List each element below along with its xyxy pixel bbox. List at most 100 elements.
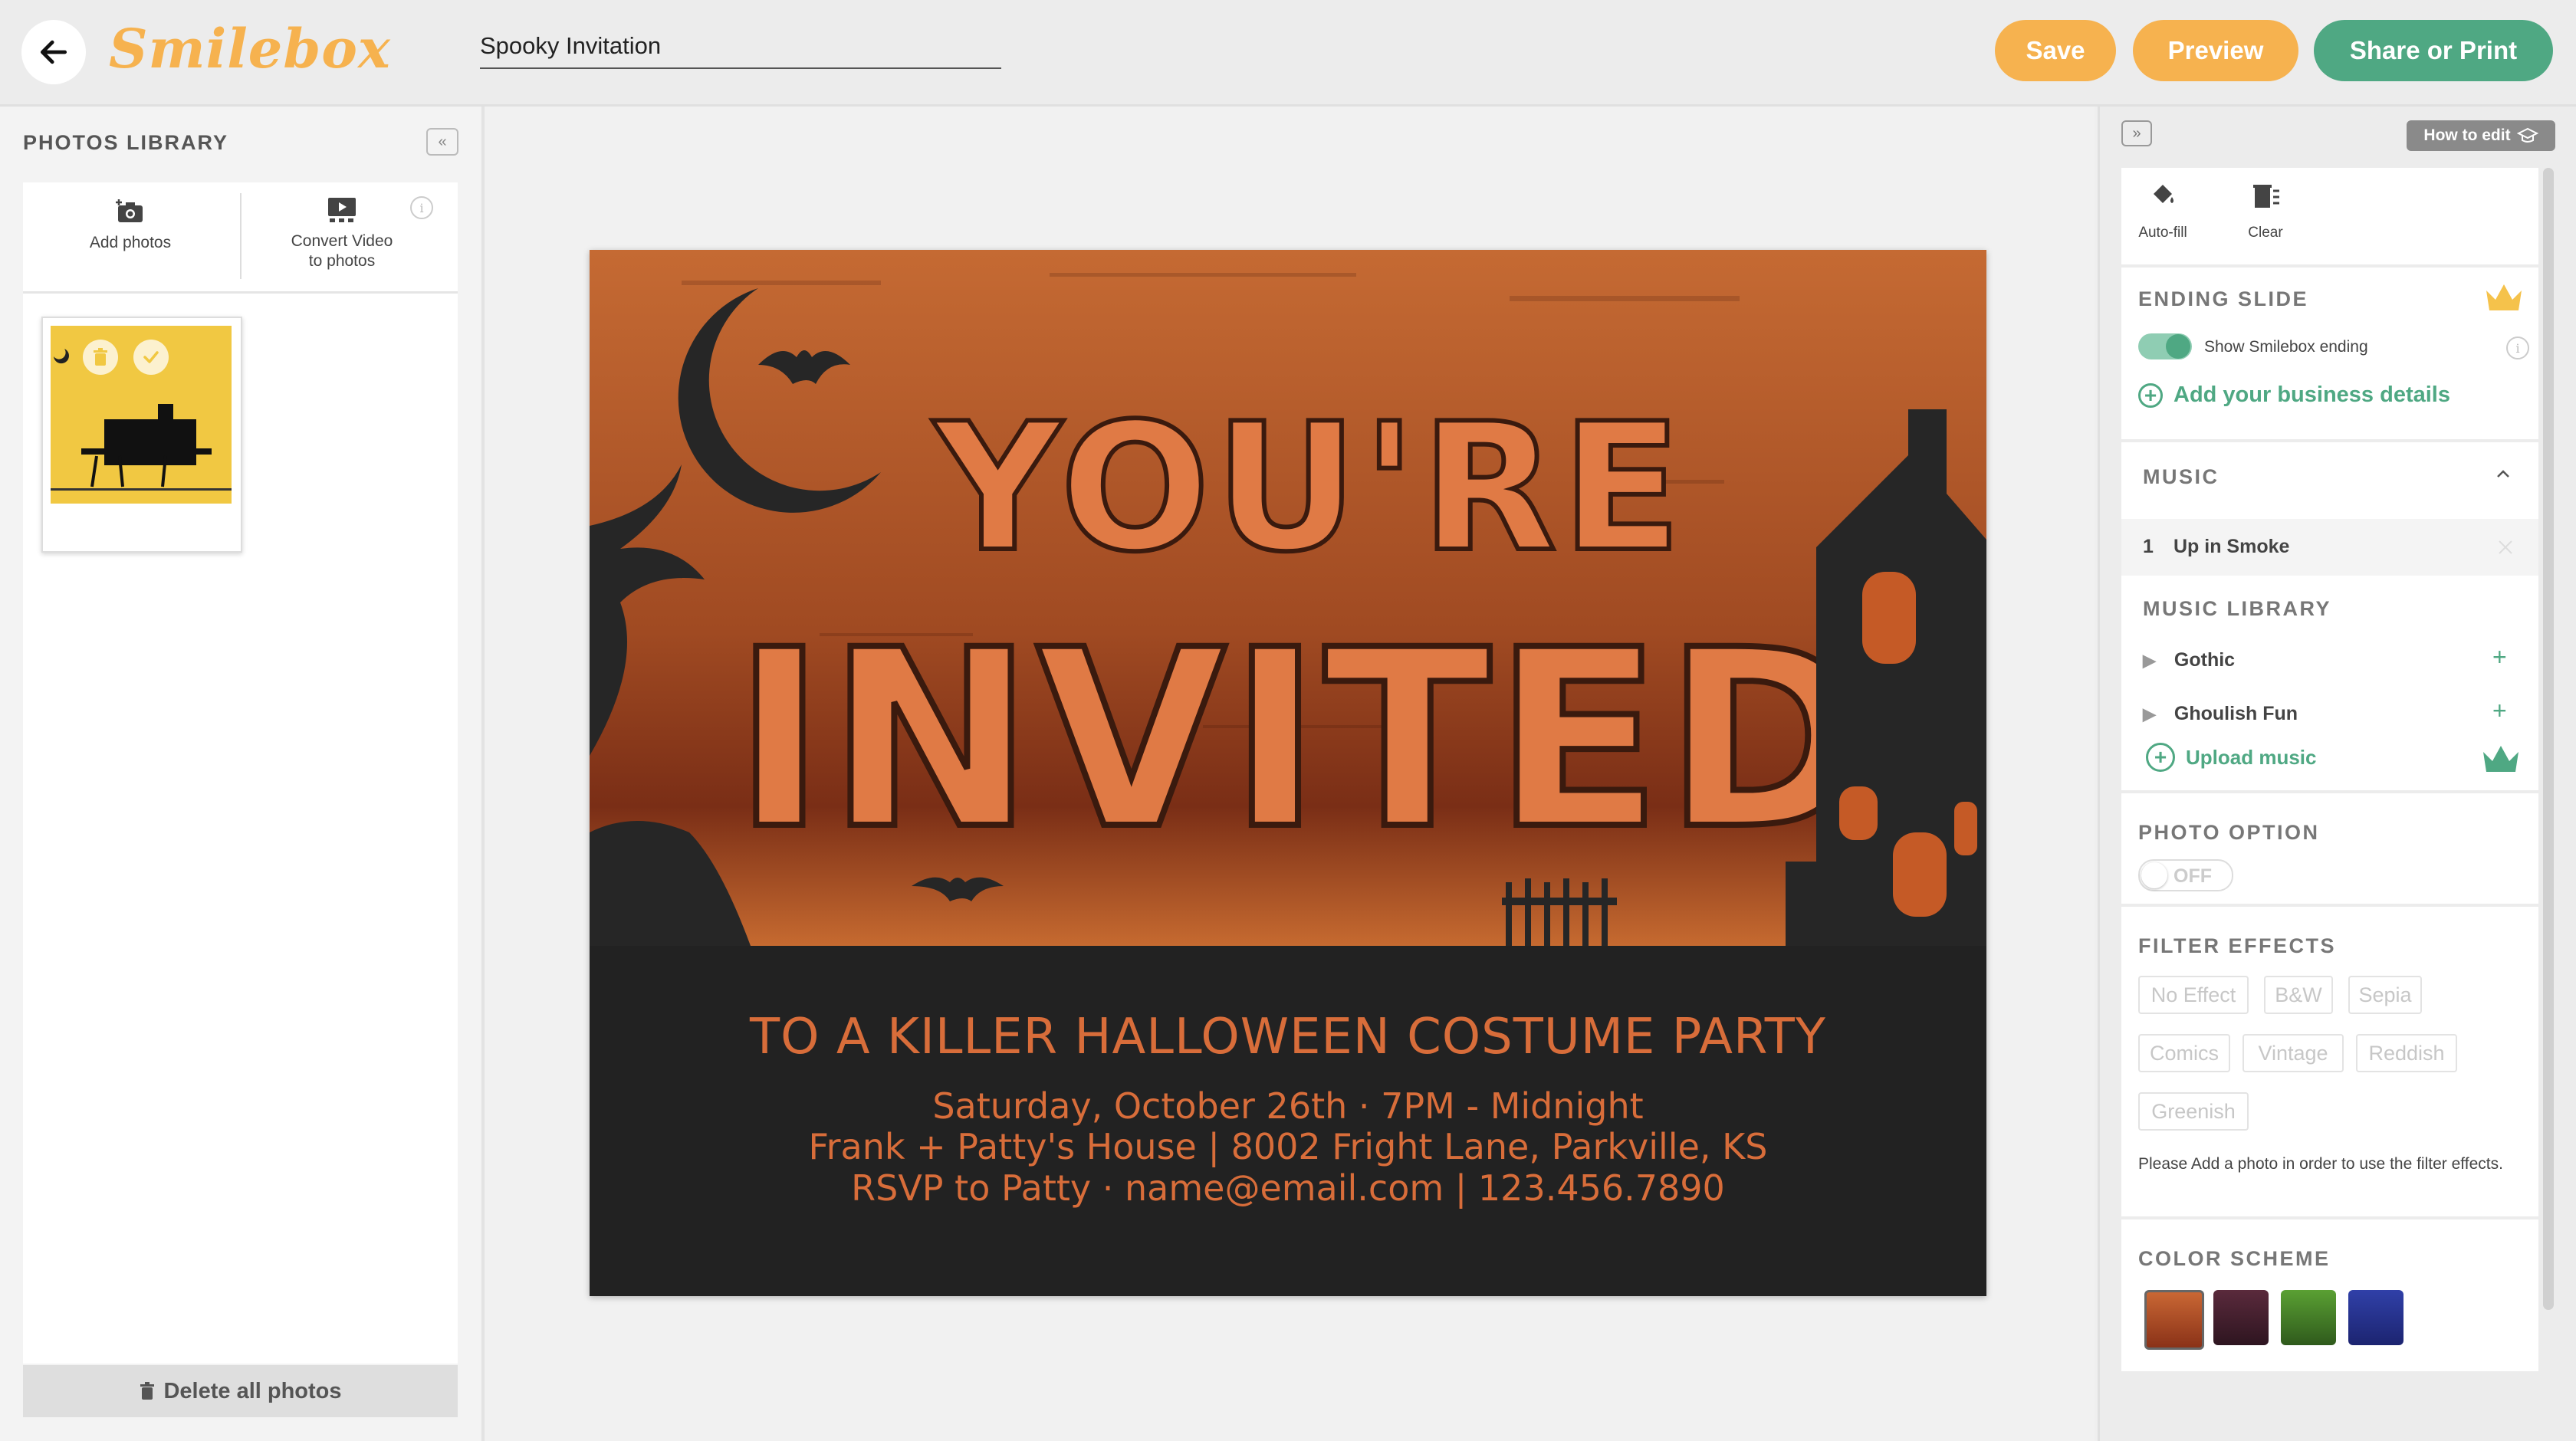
collapse-panel-button[interactable]: « [426, 128, 458, 156]
trash-icon [94, 348, 107, 366]
filter-chip[interactable]: B&W [2264, 976, 2333, 1014]
music-library-item[interactable]: ▶ Ghoulish Fun [2143, 703, 2298, 725]
plus-circle-icon: + [2138, 382, 2163, 408]
photo-option-section: PHOTO OPTION OFF [2121, 793, 2538, 904]
photo-grid [23, 294, 458, 1364]
play-icon[interactable]: ▶ [2143, 651, 2156, 671]
color-swatch-purple[interactable] [2213, 1290, 2269, 1345]
add-track-button[interactable]: + [2492, 643, 2507, 671]
photo-thumbnail[interactable] [41, 317, 242, 553]
double-chevron-right-icon: » [2132, 124, 2141, 142]
ending-slide-section: ENDING SLIDE Show Smilebox ending i + Ad… [2121, 268, 2538, 439]
card-artwork: YOU'RE INVITED [590, 250, 1986, 946]
music-library-item[interactable]: ▶ Gothic [2143, 649, 2235, 671]
divider [240, 193, 242, 279]
info-icon[interactable]: i [410, 196, 433, 219]
arrow-left-icon [40, 40, 67, 64]
back-button[interactable] [21, 20, 86, 84]
clear-icon [2253, 185, 2279, 208]
trash-icon [140, 1382, 155, 1400]
crown-icon [2486, 284, 2522, 310]
music-library-title: MUSIC LIBRARY [2143, 597, 2331, 620]
select-photo-button[interactable] [133, 340, 169, 375]
edit-options-panel: » How to edit Auto-fill Clear ENDING SLI… [2098, 107, 2576, 1441]
top-bar: Smilebox Save Preview Share or Print [0, 0, 2576, 107]
invitation-card[interactable]: YOU'RE INVITED TO A KILLER HALLOWEEN COS… [590, 250, 1986, 1296]
autofill-button[interactable]: Auto-fill [2138, 182, 2187, 241]
filter-chip[interactable]: Comics [2138, 1034, 2230, 1072]
convert-video-button[interactable]: Convert Video to photos [265, 196, 419, 271]
color-swatch-orange[interactable] [2144, 1290, 2204, 1350]
add-photo-icon [116, 199, 143, 222]
crown-icon [2483, 746, 2518, 772]
tools-card: Auto-fill Clear [2121, 168, 2538, 264]
upload-music-label: Upload music [2186, 745, 2317, 769]
double-chevron-left-icon: « [438, 133, 447, 150]
music-item-label: Gothic [2174, 649, 2236, 671]
add-business-details-label: Add your business details [2174, 382, 2450, 407]
add-photos-label: Add photos [89, 234, 172, 251]
filter-chip[interactable]: No Effect [2138, 976, 2249, 1014]
photo-actions: Add photos Convert Video to photos i [23, 182, 458, 294]
filter-effects-note: Please Add a photo in order to use the f… [2138, 1155, 2503, 1173]
play-icon[interactable]: ▶ [2143, 704, 2156, 724]
photo-option-toggle-label: OFF [2174, 865, 2212, 887]
info-icon[interactable]: i [2506, 336, 2529, 359]
upload-music-link[interactable]: + Upload music [2146, 743, 2316, 772]
chevron-up-icon[interactable] [2496, 468, 2511, 479]
color-swatch-blue[interactable] [2348, 1290, 2404, 1345]
paint-bucket-icon [2154, 185, 2174, 203]
filter-chip[interactable]: Reddish [2356, 1034, 2457, 1072]
headline-line2: INVITED [734, 598, 1871, 883]
add-track-button[interactable]: + [2492, 697, 2507, 725]
project-title-input[interactable] [480, 25, 1001, 69]
music-item-label: Ghoulish Fun [2174, 703, 2298, 724]
convert-video-label-line1: Convert Video [291, 232, 393, 250]
color-swatches [2121, 1219, 2538, 1371]
close-icon[interactable] [2497, 539, 2514, 556]
add-business-details-link[interactable]: + Add your business details [2138, 382, 2450, 408]
panel-scrollbar[interactable] [2543, 168, 2554, 1310]
card-address-line: Frank + Patty's House | 8002 Fright Lane… [808, 1126, 1768, 1167]
delete-all-label: Delete all photos [163, 1378, 342, 1403]
filter-chip[interactable]: Vintage [2242, 1034, 2344, 1072]
music-track-row[interactable]: 1 Up in Smoke [2121, 519, 2538, 576]
check-icon [143, 351, 159, 363]
card-rsvp-line: RSVP to Patty · name@email.com | 123.456… [851, 1167, 1725, 1209]
preview-button[interactable]: Preview [2133, 20, 2298, 81]
smilebox-logo[interactable]: Smilebox [109, 17, 391, 80]
delete-photo-button[interactable] [83, 340, 118, 375]
delete-all-photos-button[interactable]: Delete all photos [23, 1365, 458, 1417]
card-date-line: Saturday, October 26th · 7PM - Midnight [932, 1085, 1644, 1127]
photos-library-panel: PHOTOS LIBRARY « Add photos Convert Vide… [0, 107, 485, 1441]
save-button[interactable]: Save [1995, 20, 2116, 81]
add-photos-button[interactable]: Add photos [54, 198, 207, 253]
headline-line1: YOU'RE [932, 386, 1686, 591]
graduation-cap-icon [2516, 127, 2538, 143]
how-to-edit-label: How to edit [2423, 126, 2511, 144]
plus-circle-icon: + [2146, 743, 2175, 772]
color-swatch-green[interactable] [2281, 1290, 2336, 1345]
clear-label: Clear [2248, 225, 2283, 241]
track-number: 1 [2143, 536, 2154, 557]
music-title: MUSIC [2143, 465, 2220, 488]
music-section: MUSIC 1 Up in Smoke MUSIC LIBRARY ▶ Goth… [2121, 442, 2538, 790]
clear-button[interactable]: Clear [2244, 182, 2287, 241]
filter-chip[interactable]: Sepia [2348, 976, 2422, 1014]
share-or-print-button[interactable]: Share or Print [2314, 20, 2553, 81]
filter-chip[interactable]: Greenish [2138, 1092, 2249, 1131]
video-icon [328, 198, 356, 222]
photo-option-title: PHOTO OPTION [2138, 821, 2320, 844]
how-to-edit-button[interactable]: How to edit [2407, 120, 2555, 151]
filter-effects-section: FILTER EFFECTS No Effect B&W Sepia Comic… [2121, 907, 2538, 1216]
photos-library-title: PHOTOS LIBRARY [23, 131, 229, 154]
convert-video-label-line2: to photos [308, 252, 376, 270]
track-name: Up in Smoke [2174, 536, 2290, 557]
card-subtitle: TO A KILLER HALLOWEEN COSTUME PARTY [750, 1009, 1826, 1065]
show-ending-toggle[interactable] [2138, 333, 2192, 359]
halloween-artwork: YOU'RE INVITED [590, 273, 1986, 946]
photo-option-toggle[interactable]: OFF [2138, 859, 2233, 891]
filter-effects-title: FILTER EFFECTS [2138, 934, 2336, 957]
editor-canvas: YOU'RE INVITED TO A KILLER HALLOWEEN COS… [485, 107, 2095, 1441]
expand-panel-button[interactable]: » [2121, 120, 2152, 146]
